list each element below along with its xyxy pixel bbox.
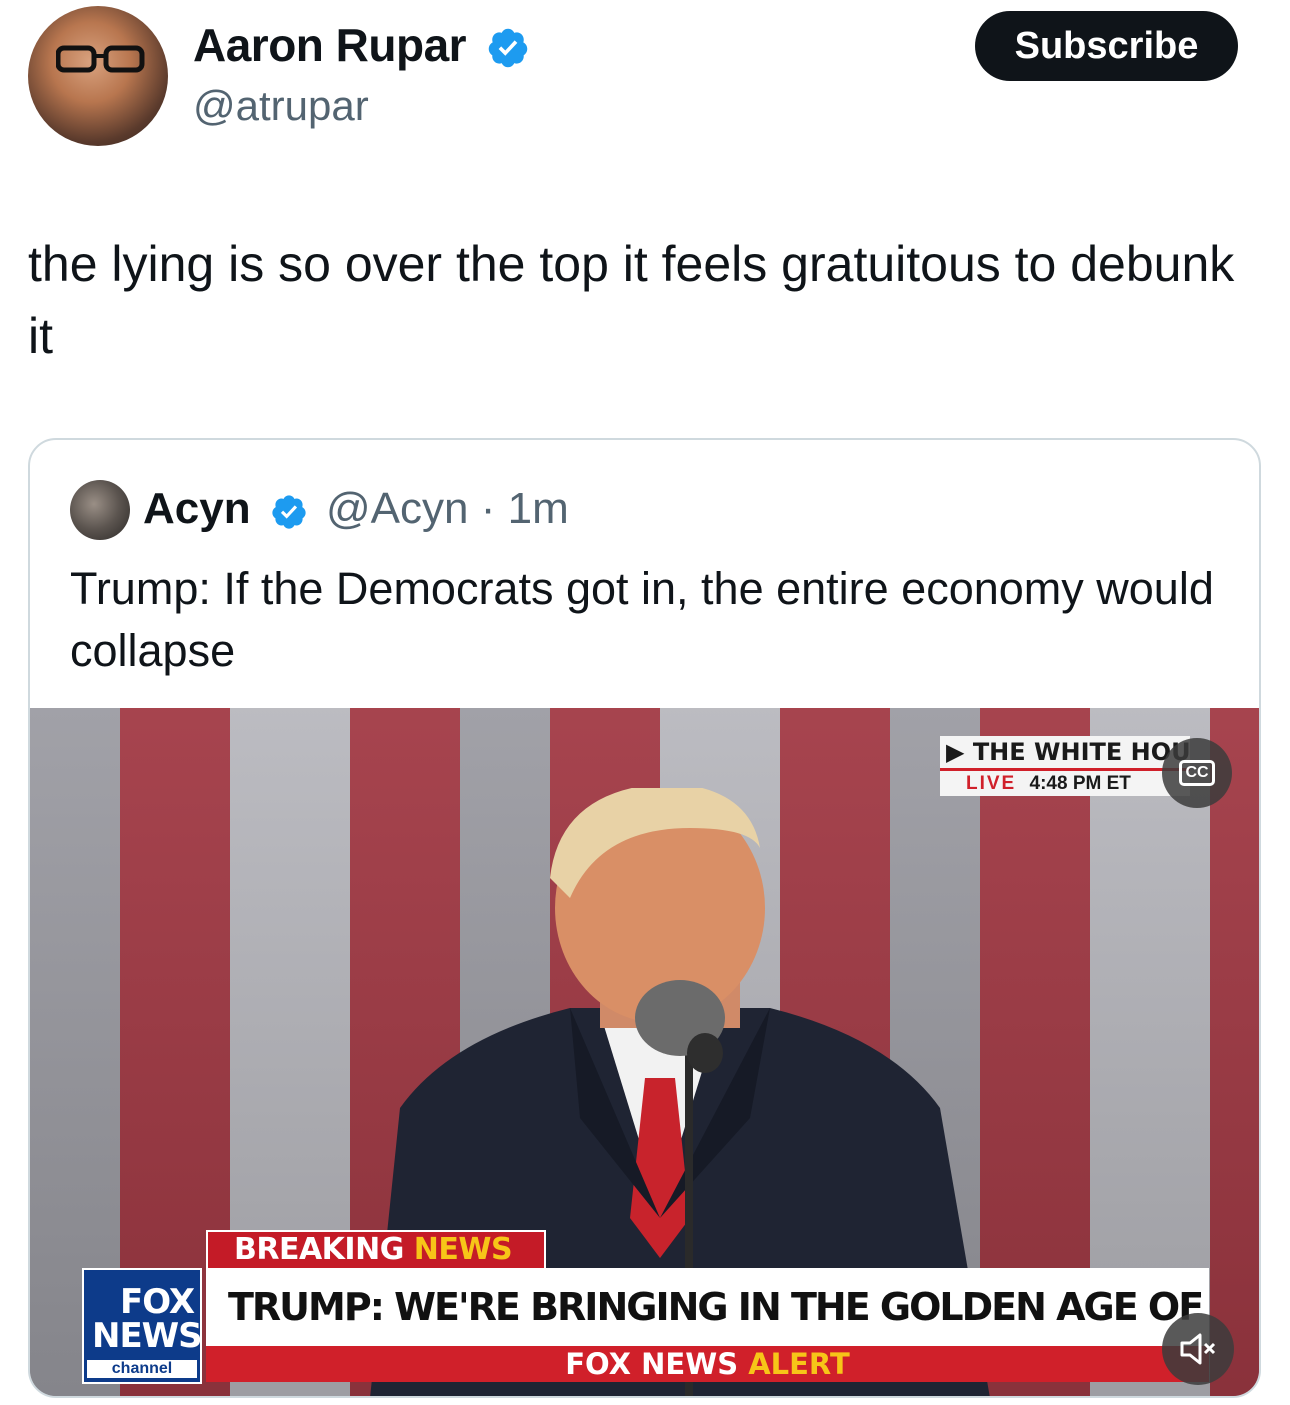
speaker-muted-icon: [1180, 1333, 1216, 1365]
fox-news-logo: FOX NEWS channel: [82, 1268, 203, 1384]
breaking-label: BREAKING: [234, 1232, 404, 1267]
location-label: ▶ THE WHITE HOUSE: [940, 736, 1190, 768]
logo-channel: channel: [87, 1360, 197, 1378]
news-label: NEWS: [413, 1232, 513, 1267]
quoted-author-avatar[interactable]: [70, 480, 130, 540]
logo-news: NEWS: [92, 1316, 203, 1356]
quoted-author-name[interactable]: Acyn: [143, 484, 251, 534]
quoted-handle-text: @Acyn: [326, 484, 469, 533]
author-avatar[interactable]: [28, 6, 168, 146]
alert-label: ALERT: [748, 1347, 850, 1381]
verified-badge-icon: [272, 495, 306, 529]
breaking-news-tag: BREAKING NEWS: [206, 1230, 546, 1270]
tweet-text: the lying is so over the top it feels gr…: [28, 236, 1235, 364]
cc-icon: CC: [1179, 760, 1215, 786]
quoted-tweet-text: Trump: If the Democrats got in, the enti…: [70, 563, 1214, 676]
video-player[interactable]: ▶ THE WHITE HOUSE LIVE 4:48 PM ET CC BRE…: [30, 708, 1259, 1396]
live-label: LIVE: [966, 773, 1017, 794]
quoted-author-handle[interactable]: @Acyn · 1m: [326, 484, 569, 534]
live-time-strip: LIVE 4:48 PM ET: [940, 768, 1190, 796]
alert-brand: FOX NEWS: [565, 1347, 739, 1381]
quoted-timestamp: · 1m: [480, 484, 569, 533]
author-name[interactable]: Aaron Rupar: [193, 18, 467, 72]
fox-news-alert-bar: FOX NEWS ALERT: [206, 1346, 1209, 1382]
verified-badge-icon: [488, 28, 528, 68]
chyron-headline: TRUMP: WE'RE BRINGING IN THE GOLDEN AGE …: [206, 1268, 1209, 1346]
mute-button[interactable]: [1162, 1313, 1234, 1385]
author-handle[interactable]: @atrupar: [193, 82, 369, 130]
subscribe-button[interactable]: Subscribe: [975, 11, 1238, 81]
captions-button[interactable]: CC: [1162, 738, 1232, 808]
location-bug: ▶ THE WHITE HOUSE LIVE 4:48 PM ET: [940, 736, 1190, 800]
glasses-graphic: [56, 45, 145, 73]
quoted-tweet-card[interactable]: Acyn @Acyn · 1m Trump: If the Democrats …: [28, 438, 1261, 1398]
time-label: 4:48 PM ET: [1029, 773, 1131, 794]
